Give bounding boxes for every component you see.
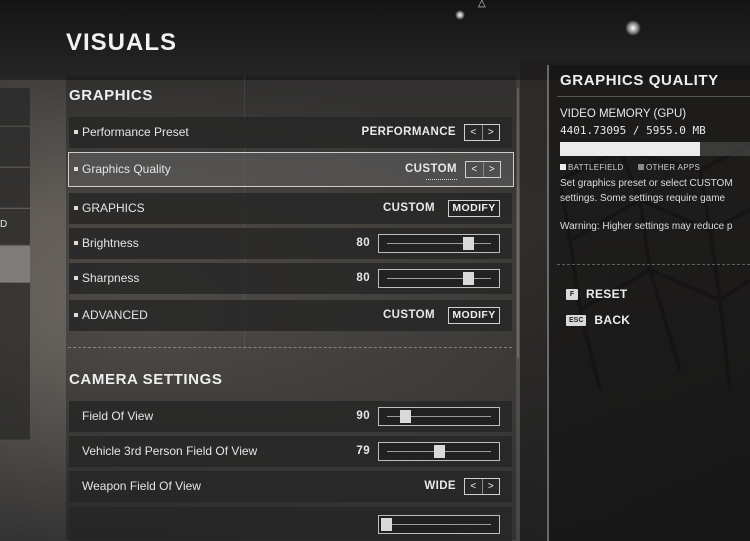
side-nav-label: D — [0, 219, 8, 230]
chevron-right-icon[interactable]: > — [481, 479, 500, 494]
setting-label: Vehicle 3rd Person Field Of View — [82, 444, 258, 458]
setting-row-field-of-view[interactable]: Field Of View 90 — [69, 401, 512, 432]
side-nav-item[interactable] — [0, 283, 30, 440]
slider-thumb[interactable] — [399, 410, 411, 423]
setting-label: Graphics Quality — [82, 162, 171, 176]
modify-button[interactable]: MODIFY — [448, 200, 500, 217]
setting-row-advanced[interactable]: ADVANCED CUSTOM MODIFY — [69, 300, 512, 331]
chevron-left-icon[interactable]: < — [465, 125, 482, 140]
setting-row-weapon-fov[interactable]: Weapon Field Of View WIDE < > — [69, 471, 512, 502]
sharpness-slider[interactable] — [378, 269, 500, 288]
key-esc-icon: ESC — [566, 314, 587, 326]
option-selector: < > — [465, 161, 501, 178]
reset-label: RESET — [586, 287, 628, 301]
setting-label: GRAPHICS — [82, 201, 145, 215]
setting-label: ADVANCED — [82, 308, 148, 322]
setting-row-graphics[interactable]: GRAPHICS CUSTOM MODIFY — [69, 193, 512, 224]
field-of-view-slider[interactable] — [378, 407, 500, 426]
video-memory-label: VIDEO MEMORY (GPU) — [560, 108, 687, 120]
setting-value: 80 — [356, 272, 370, 284]
chevron-left-icon[interactable]: < — [465, 479, 482, 494]
info-description: settings. Some settings require game — [560, 193, 726, 204]
modify-button[interactable]: MODIFY — [448, 307, 500, 324]
chevron-right-icon[interactable]: > — [481, 125, 500, 140]
legend-label: OTHER APPS — [646, 163, 701, 172]
ceiling-light — [455, 10, 465, 20]
slider-track — [387, 243, 491, 244]
setting-value: 79 — [356, 445, 370, 457]
back-action[interactable]: ESC BACK — [566, 313, 630, 327]
chevron-right-icon[interactable]: > — [482, 162, 501, 177]
bullet-icon — [74, 313, 78, 317]
triangle-up-outline-icon: △ — [478, 0, 486, 9]
scrollbar[interactable] — [517, 88, 519, 358]
bullet-icon — [74, 130, 78, 134]
side-nav-item-active[interactable] — [0, 246, 30, 282]
ceiling-light — [625, 20, 641, 36]
page-title: VISUALS — [66, 29, 178, 56]
setting-label: Field Of View — [82, 409, 154, 423]
info-panel-edge — [547, 65, 549, 541]
setting-label: Brightness — [82, 236, 139, 250]
bullet-icon — [74, 206, 78, 210]
slider-track — [387, 278, 491, 279]
legend-other-apps: OTHER APPS — [638, 163, 700, 172]
info-panel-title: GRAPHICS QUALITY — [560, 72, 719, 89]
legend-swatch-icon — [560, 164, 566, 170]
setting-label: Performance Preset — [82, 125, 189, 139]
setting-row-sharpness[interactable]: Sharpness 80 — [69, 263, 512, 294]
bullet-icon — [74, 276, 78, 280]
section-divider — [68, 347, 512, 348]
side-nav-item[interactable] — [0, 88, 30, 126]
slider-thumb[interactable] — [462, 237, 474, 250]
key-f-icon: F — [566, 288, 578, 300]
setting-value: CUSTOM — [405, 153, 458, 186]
video-memory-bar-fill — [560, 142, 701, 156]
info-divider-dashed — [557, 264, 750, 265]
setting-value: CUSTOM — [382, 309, 435, 321]
setting-value: 80 — [356, 237, 370, 249]
graphics-section-title: GRAPHICS — [69, 87, 153, 104]
camera-section-title: CAMERA SETTINGS — [69, 371, 223, 388]
video-memory-bar — [560, 142, 750, 156]
setting-row-brightness[interactable]: Brightness 80 — [69, 228, 512, 259]
slider-thumb[interactable] — [462, 272, 474, 285]
option-selector: < > — [464, 478, 500, 495]
side-nav-item[interactable] — [0, 168, 30, 208]
info-divider — [557, 96, 750, 97]
info-description: Set graphics preset or select CUSTOM — [560, 178, 733, 189]
video-memory-value: 4401.73095 / 5955.0 MB — [560, 124, 706, 137]
setting-label: Sharpness — [82, 271, 140, 285]
brightness-slider[interactable] — [378, 234, 500, 253]
legend-swatch-icon — [638, 164, 644, 170]
setting-value: 90 — [356, 410, 370, 422]
slider-thumb[interactable] — [381, 518, 392, 531]
setting-row-vehicle-fov[interactable]: Vehicle 3rd Person Field Of View 79 — [69, 436, 512, 467]
legend-battlefield: BATTLEFIELD — [560, 163, 624, 172]
slider-thumb[interactable] — [433, 445, 445, 458]
vehicle-fov-slider[interactable] — [378, 442, 500, 461]
info-warning: Warning: Higher settings may reduce p — [560, 221, 733, 232]
slider-track — [387, 524, 491, 525]
partial-slider[interactable] — [378, 515, 500, 534]
reset-action[interactable]: F RESET — [566, 287, 628, 301]
setting-value: WIDE — [424, 480, 456, 492]
setting-row-performance-preset[interactable]: Performance Preset PERFORMANCE < > — [69, 117, 512, 148]
setting-row-partial[interactable] — [69, 507, 512, 541]
setting-label: Weapon Field Of View — [82, 479, 201, 493]
bullet-icon — [74, 241, 78, 245]
side-nav-item[interactable] — [0, 127, 30, 167]
chevron-left-icon[interactable]: < — [466, 162, 483, 177]
setting-value: PERFORMANCE — [361, 126, 456, 138]
bullet-icon — [74, 167, 78, 171]
back-label: BACK — [594, 313, 631, 327]
setting-row-graphics-quality[interactable]: Graphics Quality CUSTOM < > — [68, 152, 514, 187]
setting-value: CUSTOM — [382, 202, 435, 214]
option-selector: < > — [464, 124, 500, 141]
legend-label: BATTLEFIELD — [568, 163, 624, 172]
